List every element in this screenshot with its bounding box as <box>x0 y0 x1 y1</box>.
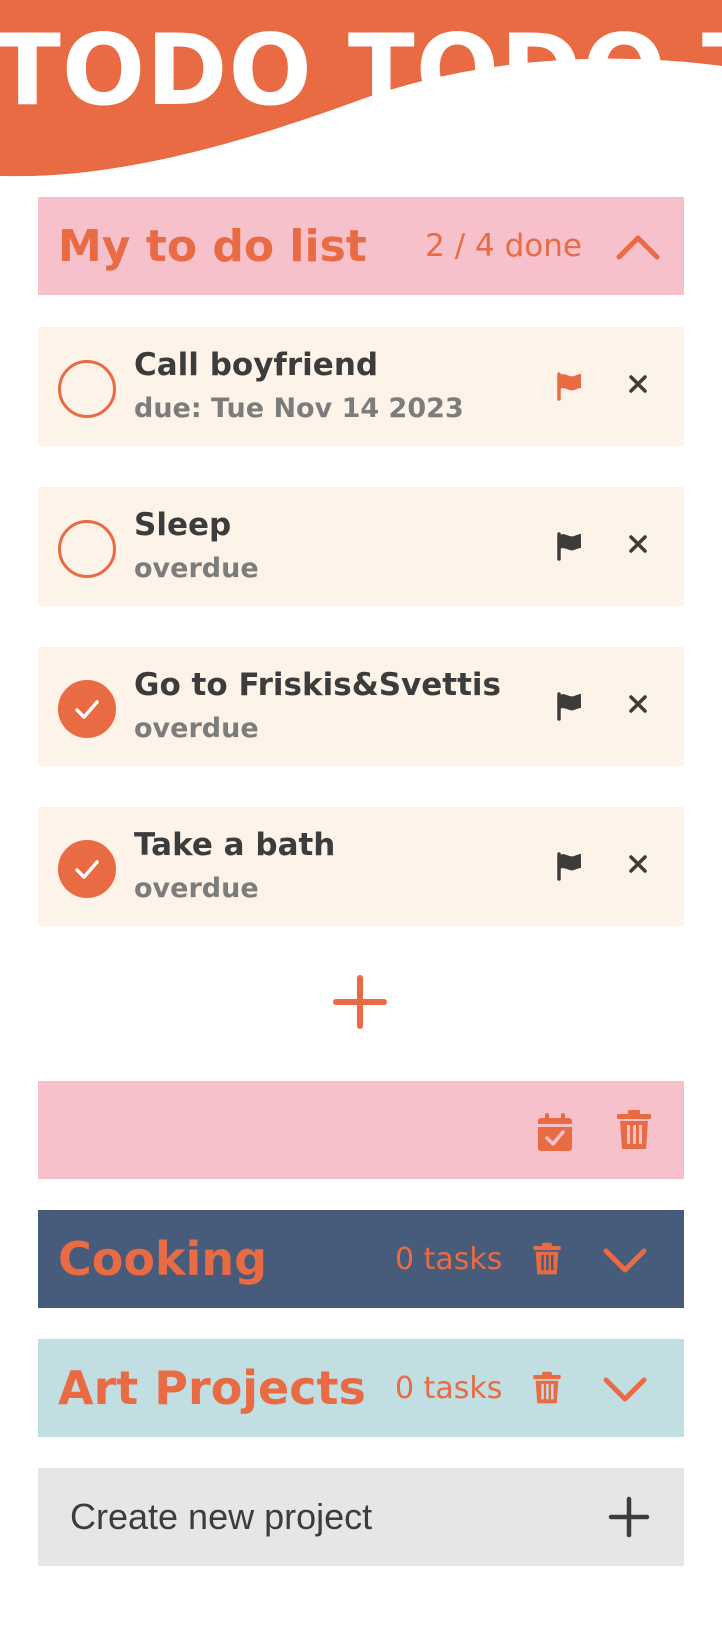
project-header-cooking[interactable]: Cooking 0 tasks <box>38 1210 684 1308</box>
task-item: Go to Friskis&Svettis overdue <box>38 647 684 766</box>
chevron-down-icon[interactable] <box>602 1375 648 1405</box>
task-count: 0 tasks <box>395 1242 503 1277</box>
close-icon[interactable] <box>626 532 650 556</box>
calendar-check-icon[interactable] <box>536 1111 574 1153</box>
progress-text: 2 / 4 done <box>425 228 582 264</box>
task-title: Call boyfriend <box>134 347 379 383</box>
task-checkbox-checked[interactable] <box>58 680 116 738</box>
task-title: Go to Friskis&Svettis <box>134 667 502 703</box>
flag-icon[interactable] <box>554 691 584 721</box>
trash-icon[interactable] <box>532 1242 562 1276</box>
project-title: My to do list <box>58 220 367 272</box>
task-item: Take a bath overdue <box>38 807 684 926</box>
task-title: Take a bath <box>134 827 336 863</box>
trash-icon[interactable] <box>616 1109 652 1151</box>
project-header-art-projects[interactable]: Art Projects 0 tasks <box>38 1339 684 1437</box>
app-header: TODO TODO T <box>0 0 722 185</box>
task-checkbox[interactable] <box>58 520 116 578</box>
task-checkbox[interactable] <box>58 360 116 418</box>
chevron-down-icon[interactable] <box>602 1246 648 1276</box>
flag-icon[interactable] <box>554 371 584 401</box>
task-due-date: due: Tue Nov 14 2023 <box>134 393 464 424</box>
task-checkbox-checked[interactable] <box>58 840 116 898</box>
add-task-button[interactable] <box>330 972 390 1032</box>
flag-icon[interactable] <box>554 531 584 561</box>
close-icon[interactable] <box>626 692 650 716</box>
chevron-up-icon[interactable] <box>612 226 664 266</box>
task-title: Sleep <box>134 507 232 543</box>
close-icon[interactable] <box>626 852 650 876</box>
plus-icon <box>608 1496 650 1538</box>
project-title: Art Projects <box>58 1361 366 1415</box>
project-title: Cooking <box>58 1232 267 1286</box>
flag-icon[interactable] <box>554 851 584 881</box>
task-item: Call boyfriend due: Tue Nov 14 2023 <box>38 327 684 446</box>
checkmark-icon <box>75 700 99 719</box>
task-count: 0 tasks <box>395 1371 503 1406</box>
task-item: Sleep overdue <box>38 487 684 606</box>
task-status: overdue <box>134 873 259 904</box>
close-icon[interactable] <box>626 372 650 396</box>
project-header-my-to-do-list[interactable]: My to do list 2 / 4 done <box>38 197 684 295</box>
create-project-button[interactable]: Create new project <box>38 1468 684 1566</box>
checkmark-icon <box>75 860 99 879</box>
task-status: overdue <box>134 713 259 744</box>
create-project-label: Create new project <box>70 1496 373 1537</box>
task-status: overdue <box>134 553 259 584</box>
trash-icon[interactable] <box>532 1371 562 1405</box>
project-tools-bar <box>38 1081 684 1179</box>
